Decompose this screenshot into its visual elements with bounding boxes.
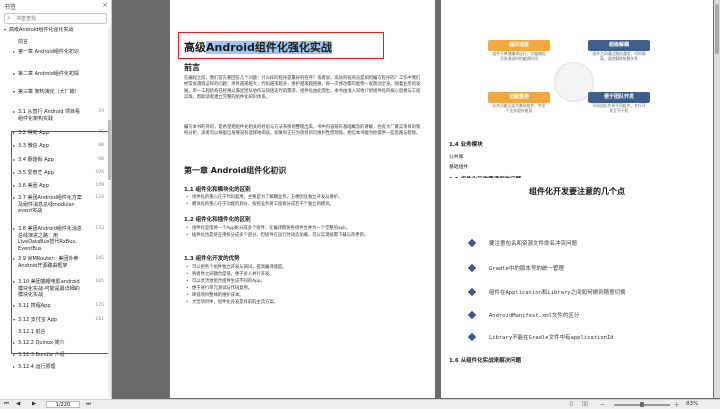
diamond-bullet-icon xyxy=(467,287,477,297)
slide-title: 组件化开发要注意的几个点 xyxy=(529,187,625,196)
slide-item: AndroidManifest.xml文件的区分 xyxy=(489,313,580,319)
prev-page-icon[interactable]: ◀ xyxy=(16,401,20,407)
chevron-right-icon[interactable]: ▸ xyxy=(13,71,15,78)
watermark: CSDN @Android小贾 xyxy=(533,380,644,393)
single-page-view-icon[interactable]: ▯ xyxy=(570,401,573,407)
bullet-item: 模块化的重心在于功能的划分，按照业务将工程拆分成若干个独立的模块。 xyxy=(186,202,422,209)
card-text: 公共功能沉淀为基础组件，供多个业务组件复用 xyxy=(492,103,546,113)
preface-paragraph: 编写本书的目的，是希望把组件化相关的经验与方法系统地整理出来。书中内容既有基础概… xyxy=(184,125,421,137)
slide-item: 组件在Application和Library之间如何做到随意切换 xyxy=(489,290,626,296)
sidebar-item[interactable]: ▾ 第三章 架构演化（大厂篇） xyxy=(13,89,106,96)
zoom-level[interactable]: 83% xyxy=(686,401,698,407)
section-heading: 1.2 组件化和插件化的区别 xyxy=(184,217,251,223)
bullet-item: 组件化是指将一个App拆分成多个组件，在编译期将各组件合并为一个完整的apk。 xyxy=(186,226,422,233)
sidebar-item-label: 第二章 Android组件化初探 xyxy=(18,71,79,77)
card-caption: 超级解耦 xyxy=(588,40,650,51)
card-text: 不同团队负责不同组件，并行开发互不干扰 xyxy=(592,103,646,113)
title-plain: 高级 xyxy=(184,41,206,54)
next-page-icon[interactable]: ▶ xyxy=(32,401,36,407)
slide-item: Gradle中的版本号的统一管理 xyxy=(489,266,564,272)
search-icon: ⌕ xyxy=(7,14,11,22)
zoom-slider-knob[interactable] xyxy=(640,402,644,407)
sidebar-item-label: 前言 xyxy=(18,39,29,45)
card-caption: 功能重用 xyxy=(488,92,550,103)
bookmarks-sidebar: 书签 × ⌕ ▾高级Android组件化强化实战前言▸第一章 Android组件… xyxy=(0,0,112,409)
card-caption: 便于团队开发 xyxy=(588,92,650,103)
list-item: 基础组件 xyxy=(449,165,469,170)
bullet-item: 可以灵活地组合组件生成不同的App。 xyxy=(186,279,422,286)
bookmark-search-input[interactable] xyxy=(16,15,104,23)
bullet-item: 各组件之间耦合度低，便于多人并行开发。 xyxy=(186,272,422,279)
benefit-card: 超级解耦 组件之间通过路由通信，代码隔离，彻底解除依赖关系 xyxy=(588,40,650,90)
sidebar-item-label: 3.12.4 运行原理 xyxy=(18,364,56,370)
page-number-input[interactable]: 1/220 xyxy=(46,401,80,408)
title-highlight: Android组件化强化实战 xyxy=(206,41,332,54)
sidebar-title: 书签 xyxy=(4,4,17,11)
document-page-right: 编译速度 组件可单独编译运行，大幅缩短开发调试时的编译时间 超级解耦 组件之间通… xyxy=(441,0,713,398)
slide-image: 组件化开发要注意的几个点 要注意包名和资源文件命名冲突问题 Gradle中的版本… xyxy=(449,178,705,348)
close-icon[interactable]: × xyxy=(102,1,108,9)
preface-paragraph: 在编程之前，我们首先要回答几个问题：什么样的程序是最好的程序？或者说，高效的程序… xyxy=(184,76,421,100)
highlight-box xyxy=(11,131,110,354)
card-caption: 编译速度 xyxy=(488,40,550,51)
card-text: 组件可单独编译运行，大幅缩短开发调试时的编译时间 xyxy=(492,51,546,61)
bullet-item: 大型项目中，组件化开发是目前的主流方案。 xyxy=(186,300,422,307)
first-page-icon[interactable]: ⏮ xyxy=(4,401,9,408)
slide-item: 要注意包名和资源文件命名冲突问题 xyxy=(489,241,578,247)
chevron-right-icon[interactable]: ▸ xyxy=(13,49,15,56)
sidebar-item[interactable]: 前言 xyxy=(18,39,106,46)
sidebar-item-label: 第三章 架构演化（大厂篇） xyxy=(18,89,80,95)
bullet-item: 可以把各个组件独立开发与调试，提高编译速度。 xyxy=(186,265,422,272)
list-item: 公共库 xyxy=(449,155,464,160)
bullet-item: 便于进行单元测试与代码复用。 xyxy=(186,286,422,293)
section-heading: 1.3 组件化开发的优势 xyxy=(184,256,240,262)
sidebar-item[interactable]: ▸ 第一章 Android组件化初识 xyxy=(13,49,106,56)
sidebar-item[interactable]: ▸ 3.12.4 运行原理 xyxy=(13,364,106,371)
diamond-bullet-icon xyxy=(467,310,477,320)
chevron-right-icon[interactable]: ▸ xyxy=(13,364,15,371)
last-page-icon[interactable]: ⏭ xyxy=(86,401,91,408)
section-heading: 1.6 从组件化实战来解决问题 xyxy=(449,358,522,364)
double-page-view-icon[interactable]: ▯▯ xyxy=(582,401,588,407)
diamond-bullet-icon xyxy=(467,332,477,342)
document-scrollbar[interactable] xyxy=(714,0,720,398)
chevron-down-icon[interactable]: ▾ xyxy=(4,27,6,34)
bullet-item: 插件化也是将应用拆分成多个部分，但插件在运行时动态加载，可以实现按需下载与热更新… xyxy=(186,233,422,240)
sidebar-item-label: 3.1 从智行 Android 项目看组件化架构实践 xyxy=(18,109,81,122)
zoom-out-icon[interactable]: － xyxy=(600,401,606,409)
chevron-down-icon[interactable]: ▾ xyxy=(13,89,15,96)
section-heading: 1.1 组件化和模块化的区别 xyxy=(184,187,251,193)
bullet-item: 降低项目整体的维护成本。 xyxy=(186,293,422,300)
zoom-in-icon[interactable]: ＋ xyxy=(674,401,680,409)
benefit-card: 编译速度 组件可单独编译运行，大幅缩短开发调试时的编译时间 xyxy=(488,40,550,90)
bullet-item: 组件化的重心在于代码复用，主要是为了解耦业务，方便团队独立开发与维护。 xyxy=(186,195,422,202)
benefit-card: 功能重用 公共功能沉淀为基础组件，供多个业务组件复用 xyxy=(488,92,550,142)
chapter-heading: 第一章 Android组件化初识 xyxy=(184,166,287,175)
sidebar-item[interactable]: ▸ 3.1 从智行 Android 项目看组件化架构实践 29 xyxy=(13,109,104,122)
status-bar: ⏮ ◀ ▶ 1/220 ⏭ ▯ ▯▯ － ＋ 83% xyxy=(0,399,720,409)
sidebar-item[interactable]: ▸ 第二章 Android组件化初探 xyxy=(13,71,106,78)
diamond-bullet-icon xyxy=(467,238,477,248)
pdf-reader-window: 书签 × ⌕ ▾高级Android组件化强化实战前言▸第一章 Android组件… xyxy=(0,0,720,409)
sidebar-item-label: 第一章 Android组件化初识 xyxy=(18,49,79,55)
sidebar-item[interactable]: ▾ 高级Android组件化强化实战 xyxy=(4,27,106,34)
card-text: 组件之间通过路由通信，代码隔离，彻底解除依赖关系 xyxy=(592,51,646,61)
sidebar-scrollbar-thumb[interactable] xyxy=(108,120,111,180)
benefit-card: 便于团队开发 不同团队负责不同组件，并行开发互不干扰 xyxy=(588,92,650,142)
section-heading: 1.4 业务模块 xyxy=(449,142,483,148)
preface-heading: 前言 xyxy=(184,63,200,72)
document-scrollbar-thumb[interactable] xyxy=(715,4,719,54)
page-title: 高级Android组件化强化实战 xyxy=(184,39,332,55)
bookmark-search-box[interactable]: ⌕ xyxy=(4,13,107,24)
slide-item: Library不能在Gradle文件中有applicationId xyxy=(489,335,614,341)
diamond-bullet-icon xyxy=(467,263,477,273)
chevron-right-icon[interactable]: ▸ xyxy=(13,109,15,116)
sidebar-scrollbar[interactable] xyxy=(108,27,111,397)
sidebar-item-page: 29 xyxy=(98,109,104,114)
document-page-left: 高级Android组件化强化实战 前言 在编程之前，我们首先要回答几个问题：什么… xyxy=(170,0,435,398)
sidebar-item-label: 高级Android组件化强化实战 xyxy=(9,27,74,33)
